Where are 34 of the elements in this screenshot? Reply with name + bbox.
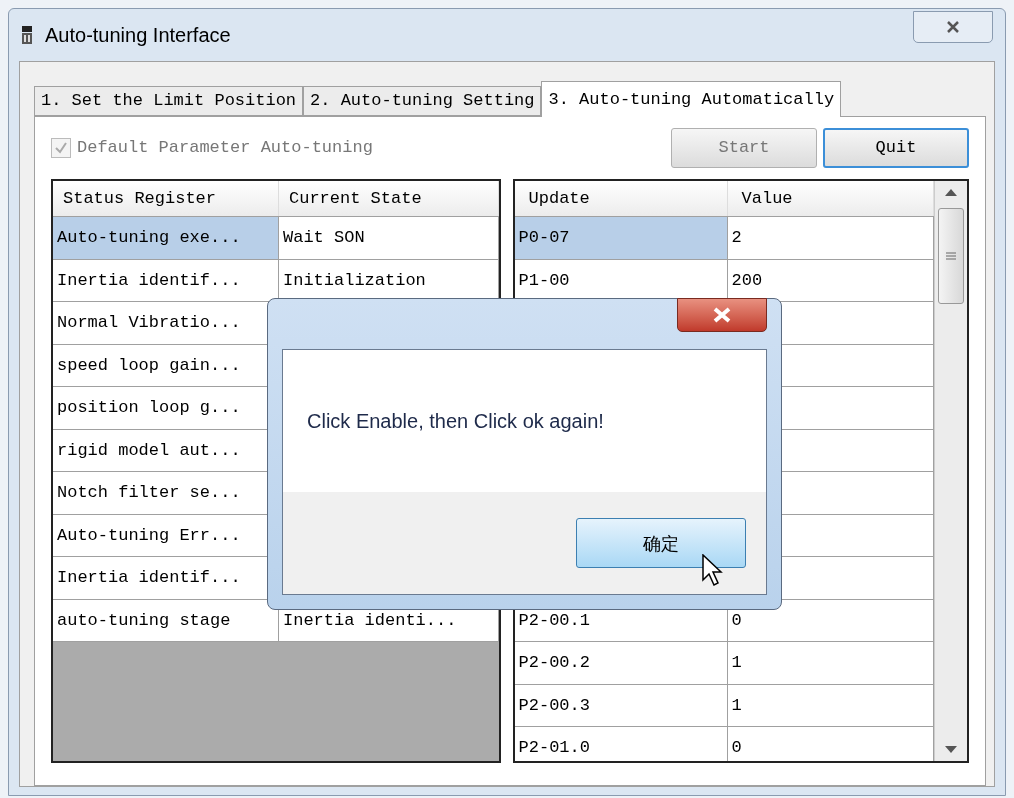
scroll-down-icon bbox=[945, 746, 957, 753]
table-cell: P0-07 bbox=[514, 217, 728, 260]
table-cell: auto-tuning stage bbox=[53, 599, 279, 642]
close-icon bbox=[946, 21, 960, 33]
column-header[interactable]: Status Register bbox=[63, 185, 217, 212]
tab[interactable]: 2. Auto-tuning Setting bbox=[303, 86, 542, 116]
dialog-message: Click Enable, then Click ok again! bbox=[307, 409, 604, 434]
window-title: Auto-tuning Interface bbox=[45, 23, 231, 48]
tab[interactable]: 1. Set the Limit Position bbox=[34, 86, 304, 116]
close-icon bbox=[712, 307, 732, 323]
table-cell: Inertia identif... bbox=[53, 259, 279, 302]
scrollbar[interactable] bbox=[934, 181, 967, 761]
table-cell: P2-00.2 bbox=[514, 642, 728, 685]
mouse-cursor-icon bbox=[702, 554, 726, 588]
tab[interactable]: 3. Auto-tuning Automatically bbox=[541, 81, 842, 117]
close-button[interactable] bbox=[677, 298, 767, 332]
column-header[interactable]: Update bbox=[528, 185, 590, 212]
table-cell: Auto-tuning exe... bbox=[53, 217, 279, 260]
ok-button[interactable]: 确定 bbox=[576, 518, 746, 568]
table-cell: P2-00.3 bbox=[514, 684, 728, 727]
table-cell: Wait SON bbox=[279, 217, 499, 260]
scroll-up-icon bbox=[945, 189, 957, 196]
action-button[interactable]: Quit bbox=[823, 128, 969, 168]
grip-icon bbox=[946, 252, 956, 260]
column-header[interactable]: Value bbox=[741, 185, 793, 212]
check-icon bbox=[54, 141, 68, 155]
table-cell: 1 bbox=[727, 684, 934, 727]
close-button[interactable] bbox=[913, 11, 993, 43]
table-cell: 1 bbox=[727, 642, 934, 685]
column-header[interactable]: Current State bbox=[289, 185, 422, 212]
scroll-thumb[interactable] bbox=[938, 208, 964, 304]
checkbox-label: Default Parameter Auto-tuning bbox=[77, 137, 373, 160]
table-cell: 2 bbox=[727, 217, 934, 260]
app-icon bbox=[21, 25, 33, 45]
